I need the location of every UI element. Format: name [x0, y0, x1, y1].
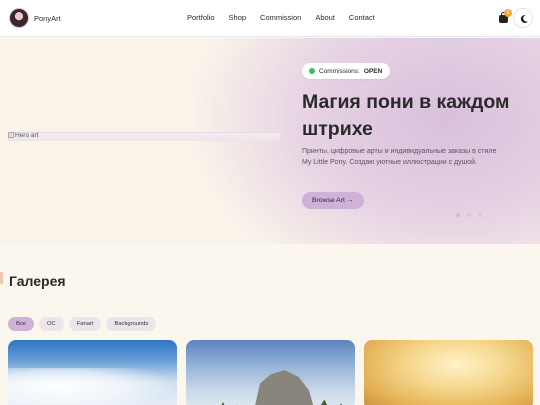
nav-commission[interactable]: Commission: [260, 13, 301, 22]
hero-title: Магия пони в каждом штрихе: [302, 91, 510, 140]
gallery-filters: Все OC Fanart Backgrounds: [8, 317, 157, 331]
hero-image: Hero art: [8, 132, 280, 141]
status-dot-icon: [309, 68, 315, 74]
filter-fanart[interactable]: Fanart: [68, 317, 102, 331]
broken-image-icon: [8, 132, 14, 138]
browse-art-button[interactable]: Browse Art →: [302, 192, 364, 209]
gallery-title-accent: [0, 272, 3, 284]
brand-name[interactable]: PonyArt: [34, 14, 61, 23]
hero-subtitle: Принты, цифровые арты и индивидуальные з…: [302, 148, 497, 166]
cart-button[interactable]: 0: [497, 9, 512, 25]
filter-all[interactable]: Все: [8, 317, 34, 331]
gallery-card[interactable]: [186, 340, 355, 405]
filter-backgrounds[interactable]: Backgrounds: [106, 317, 157, 331]
theme-toggle-button[interactable]: [513, 8, 533, 28]
status-value: OPEN: [363, 67, 383, 75]
nav-contact[interactable]: Contact: [349, 13, 375, 22]
nav-shop[interactable]: Shop: [229, 13, 247, 22]
hero-carousel-dots: [456, 213, 482, 217]
hero-section: Hero art Commissions: OPEN Магия пони в …: [0, 38, 540, 244]
gallery-title: Галерея: [9, 273, 66, 289]
hero-image-alt: Hero art: [15, 132, 39, 139]
carousel-dot[interactable]: [456, 213, 460, 217]
gallery-card[interactable]: [364, 340, 533, 405]
card-image-mountain: [253, 370, 316, 405]
site-header: PonyArt Portfolio Shop Commission About …: [0, 0, 540, 37]
carousel-dot[interactable]: [467, 213, 471, 217]
cart-count-badge: 0: [504, 9, 512, 17]
nav-portfolio[interactable]: Portfolio: [187, 13, 215, 22]
commission-status-badge: Commissions: OPEN: [302, 63, 391, 79]
avatar[interactable]: [9, 8, 29, 28]
carousel-dot[interactable]: [478, 213, 482, 217]
main-nav: Portfolio Shop Commission About Contact: [187, 13, 375, 22]
nav-about[interactable]: About: [315, 13, 335, 22]
filter-oc[interactable]: OC: [39, 317, 64, 331]
moon-icon: [520, 14, 528, 23]
gallery-card[interactable]: [8, 340, 177, 405]
card-image-sky: [8, 368, 177, 405]
status-label: Commissions:: [319, 67, 360, 75]
